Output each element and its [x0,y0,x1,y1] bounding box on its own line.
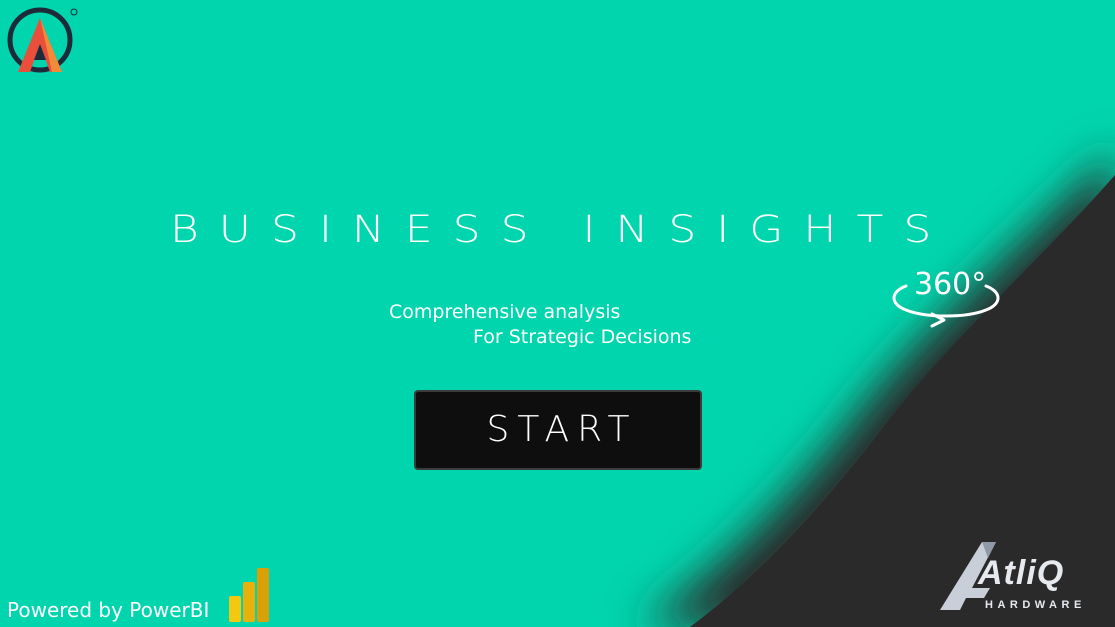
page-title: BUSINESS INSIGHTS [170,207,952,252]
360-rotation-icon: 360° [892,267,1000,328]
badge-text: 360° [914,267,986,302]
a-triangle-logo-icon [7,7,78,73]
powered-by-text: Powered by PowerBI [7,598,210,622]
powerbi-icon [229,568,269,622]
brand-name: AtliQ [978,554,1065,592]
subtitle-line-2: For Strategic Decisions [473,326,692,348]
start-button-label: START [486,409,638,450]
brand-tagline: HARDWARE [985,599,1086,611]
start-button[interactable]: START [414,390,702,470]
subtitle-line-1: Comprehensive analysis [389,301,621,323]
